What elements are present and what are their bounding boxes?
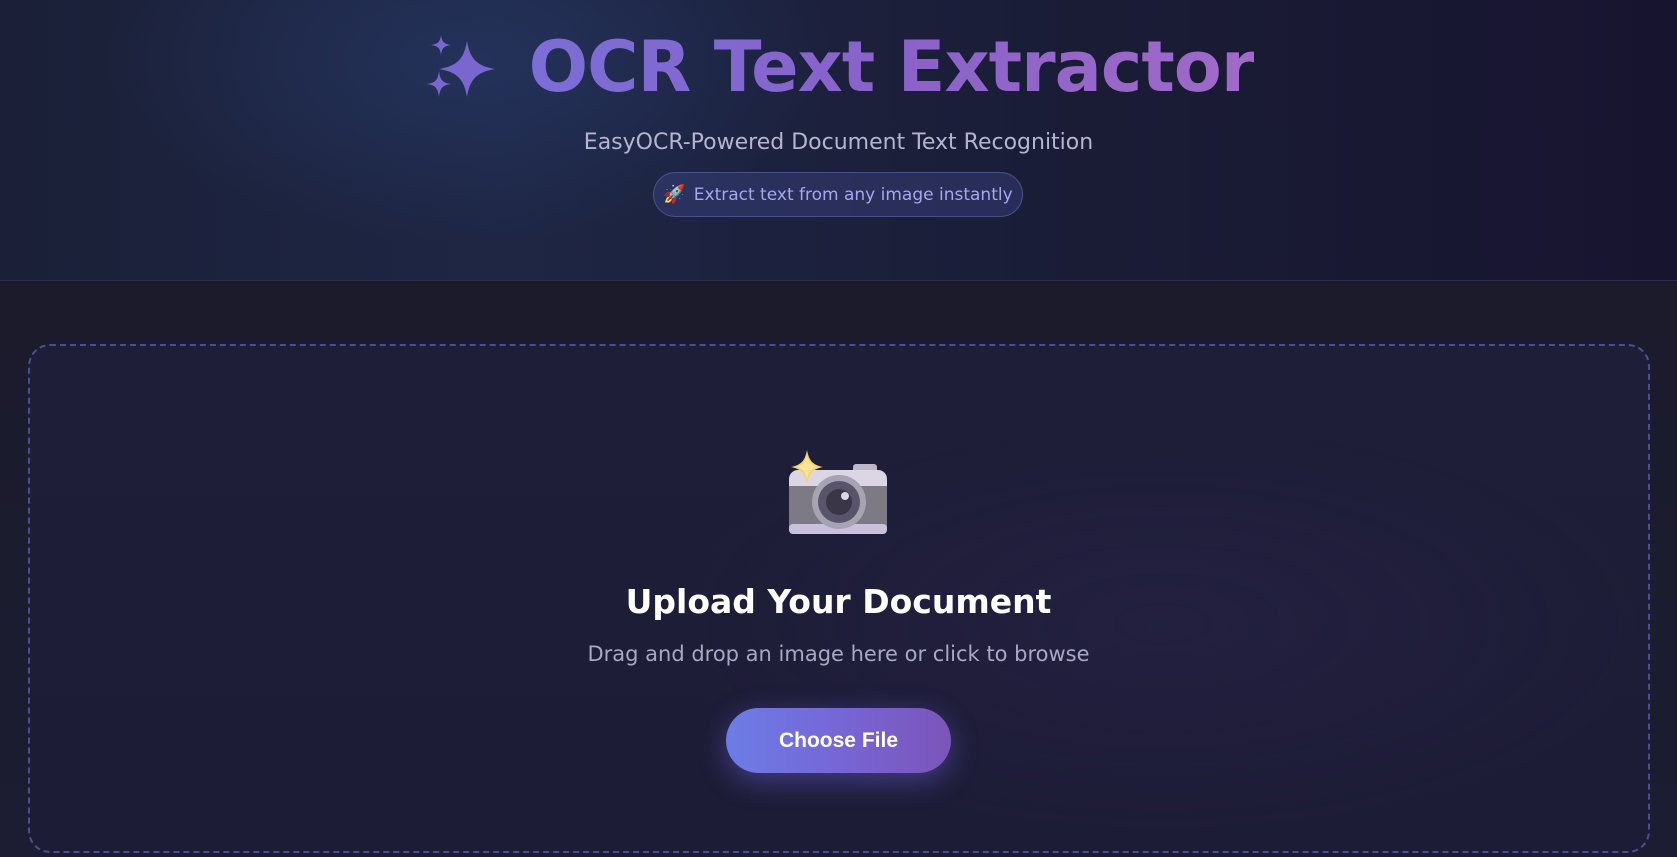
rocket-icon: 🚀 [663, 184, 686, 205]
app-header: OCR Text Extractor EasyOCR-Powered Docum… [0, 0, 1677, 281]
title-row: OCR Text Extractor [0, 22, 1677, 112]
choose-file-button[interactable]: Choose File [726, 708, 951, 773]
page-title: OCR Text Extractor [529, 22, 1256, 112]
page-subtitle: EasyOCR-Powered Document Text Recognitio… [583, 130, 1094, 155]
feature-badge: 🚀 Extract text from any image instantly [653, 172, 1023, 217]
sparkles-icon [426, 35, 495, 97]
camera-with-flash-icon [789, 450, 887, 534]
upload-title: Upload Your Document [625, 582, 1052, 621]
feature-badge-text: Extract text from any image instantly [693, 184, 1013, 205]
upload-hint: Drag and drop an image here or click to … [587, 642, 1090, 666]
